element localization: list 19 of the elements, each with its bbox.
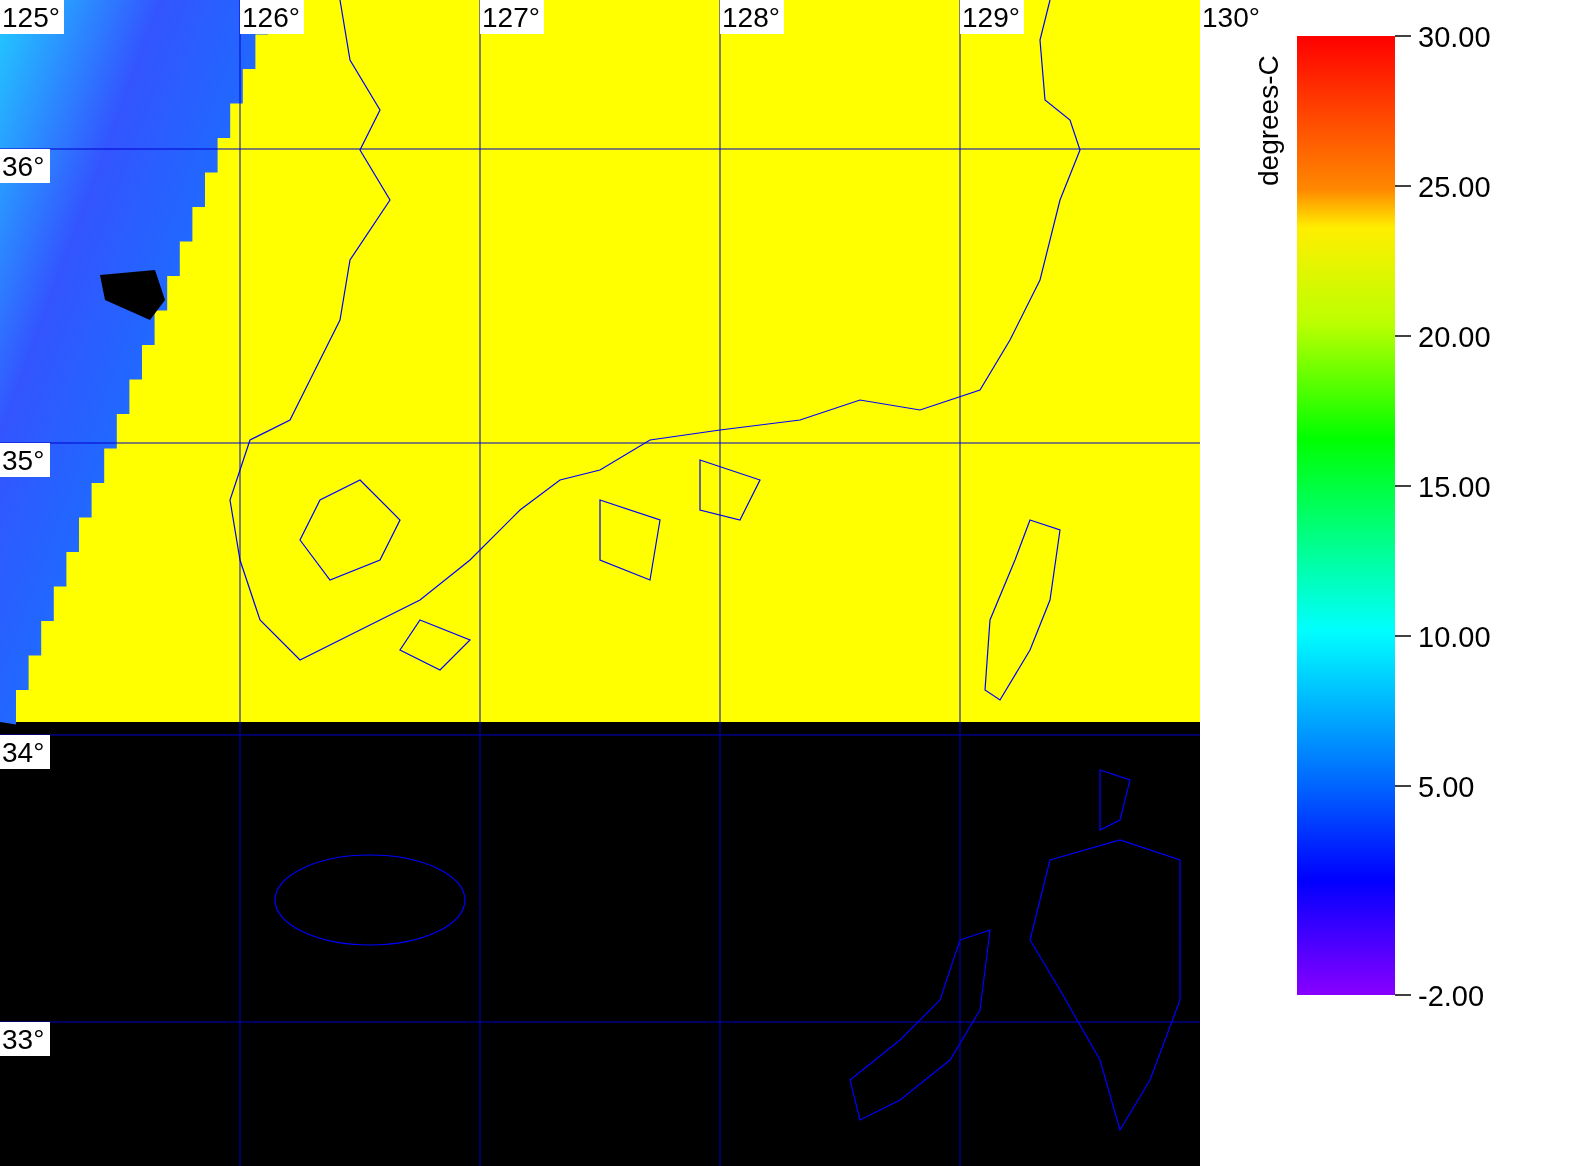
- longitude-label: 129°: [960, 0, 1024, 34]
- longitude-label: 130°: [1200, 0, 1264, 34]
- latitude-label: 36°: [0, 149, 50, 183]
- longitude-label: 125°: [0, 0, 64, 34]
- latitude-label: 33°: [0, 1022, 50, 1056]
- scale-tick-label: 25.00: [1394, 171, 1491, 203]
- scale-tick-label: 5.00: [1394, 771, 1475, 803]
- unit-label: degrees-C: [1253, 55, 1284, 186]
- scale-tick-label: -2.00: [1394, 980, 1485, 1012]
- longitude-label: 127°: [480, 0, 544, 34]
- cold-spot: [100, 270, 165, 320]
- scale-tick-label: 15.00: [1394, 471, 1491, 503]
- longitude-label: 128°: [720, 0, 784, 34]
- latitude-label: 34°: [0, 735, 50, 769]
- scale-tick-label: 30.00: [1394, 21, 1491, 53]
- latitude-label: 35°: [0, 443, 50, 477]
- scale-tick-label: 20.00: [1394, 321, 1491, 353]
- scale-tick-label: 10.00: [1394, 621, 1491, 653]
- longitude-label: 126°: [240, 0, 304, 34]
